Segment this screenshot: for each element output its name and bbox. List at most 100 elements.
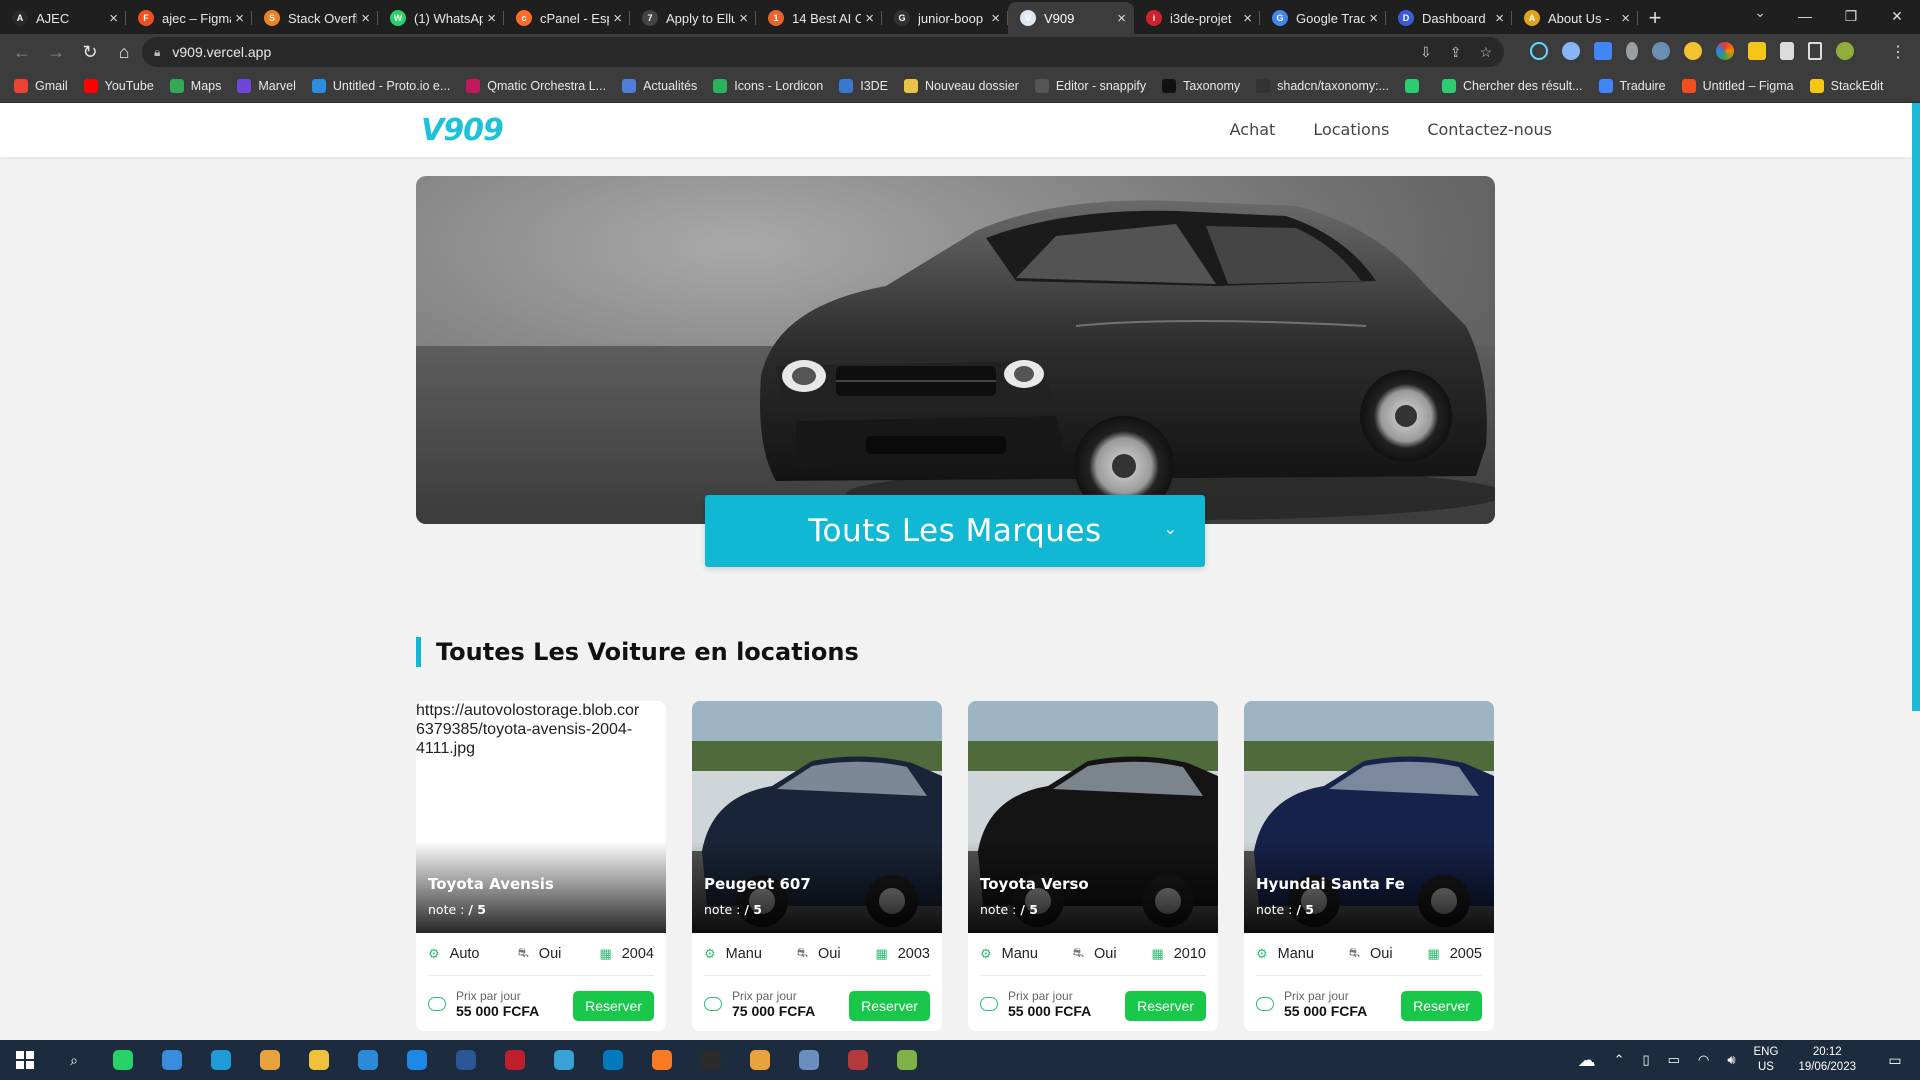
browser-tab[interactable]: Gjunior-boop × <box>882 2 1008 34</box>
side-panel-icon[interactable] <box>1808 42 1822 60</box>
reserve-button[interactable]: Reserver <box>849 991 930 1021</box>
restore-icon[interactable]: ❐ <box>1828 0 1874 32</box>
close-window-icon[interactable]: ✕ <box>1874 0 1920 32</box>
browser-menu-icon[interactable]: ⋮ <box>1890 42 1906 62</box>
word-icon[interactable] <box>451 1048 481 1072</box>
car-card[interactable]: Hyundai Santa Fe note : / 5 ⚙ Manu ⛐ Oui ▦ 2005… <box>1244 701 1494 1031</box>
explorer-icon[interactable] <box>304 1048 334 1072</box>
close-tab-icon[interactable]: × <box>487 10 496 27</box>
xampp-icon[interactable] <box>647 1048 677 1072</box>
whatsapp-icon[interactable] <box>108 1048 138 1072</box>
chrome-active-icon[interactable] <box>745 1048 775 1072</box>
install-app-icon[interactable]: ⇩ <box>1420 44 1432 61</box>
close-tab-icon[interactable]: × <box>739 10 748 27</box>
close-tab-icon[interactable]: × <box>613 10 622 27</box>
close-tab-icon[interactable]: × <box>865 10 874 27</box>
car-card[interactable]: https://autovolostorage.blob.cor 6379385… <box>416 701 666 1031</box>
bookmark-item[interactable]: Traduire <box>1598 79 1666 93</box>
photos-icon[interactable] <box>794 1048 824 1072</box>
bookmark-item[interactable]: Editor - snappify <box>1034 79 1146 93</box>
react-devtools-icon[interactable] <box>1530 42 1548 60</box>
extension-icon-8[interactable] <box>1748 42 1766 60</box>
browser-tab[interactable]: Fajec – Figma × <box>126 2 252 34</box>
color-picker-icon[interactable] <box>1626 42 1638 60</box>
battery-icon[interactable]: ▭ <box>1668 1052 1680 1068</box>
share-icon[interactable]: ⇪ <box>1450 44 1462 61</box>
device-icon[interactable]: ▯ <box>1643 1052 1650 1068</box>
bookmark-item[interactable]: Actualités <box>622 79 697 93</box>
extension-icon-7[interactable] <box>1716 42 1734 60</box>
volume-icon[interactable]: 🔊︎ <box>1727 1052 1735 1068</box>
reserve-button[interactable]: Reserver <box>1125 991 1206 1021</box>
reserve-button[interactable]: Reserver <box>1401 991 1482 1021</box>
close-tab-icon[interactable]: × <box>109 10 118 27</box>
close-tab-icon[interactable]: × <box>361 10 370 27</box>
browser-tab[interactable]: V V909 × <box>1008 2 1134 34</box>
address-bar[interactable]: 🔒︎ v909.vercel.app ⇩ ⇪ ☆ <box>142 37 1504 67</box>
search-icon[interactable]: ⌕ <box>59 1048 89 1072</box>
browser-tab[interactable]: c cPanel - Espace× <box>504 2 630 34</box>
messenger-icon[interactable] <box>402 1048 432 1072</box>
obs-icon[interactable] <box>696 1048 726 1072</box>
trello-icon[interactable] <box>598 1048 628 1072</box>
browser-tab[interactable]: A About Us - × <box>1512 2 1638 34</box>
bookmark-item[interactable]: shadcn/taxonomy:... <box>1256 79 1389 93</box>
browser-tab[interactable]: W (1) WhatsApp× <box>378 2 504 34</box>
browser-tab[interactable]: D Dashboard × <box>1386 2 1512 34</box>
browser-tab[interactable]: S Stack Overflow× <box>252 2 378 34</box>
close-tab-icon[interactable]: × <box>991 10 1000 27</box>
browser-tab[interactable]: 1 14 Best AI Code× <box>756 2 882 34</box>
tray-chevron-icon[interactable]: ⌃ <box>1614 1052 1625 1068</box>
lock-icon[interactable]: 🔒︎ <box>154 45 160 60</box>
git-icon[interactable] <box>892 1048 922 1072</box>
bookmark-item[interactable]: Maps <box>169 79 221 93</box>
browser-tab[interactable]: A AJEC × <box>0 2 126 34</box>
bookmark-item[interactable]: Taxonomy <box>1162 79 1240 93</box>
bookmark-item[interactable]: I3DE <box>839 79 888 93</box>
translate-extension-icon[interactable] <box>1594 42 1612 60</box>
tab-search-icon[interactable]: ⌄ <box>1754 4 1766 21</box>
compass-icon[interactable] <box>843 1048 873 1072</box>
close-tab-icon[interactable]: × <box>1621 10 1630 27</box>
notepad-icon[interactable] <box>549 1048 579 1072</box>
weather-icon[interactable]: ☁ <box>1578 1050 1596 1071</box>
bookmark-item[interactable]: Untitled - Proto.io e... <box>311 79 450 93</box>
vscode-icon[interactable] <box>353 1048 383 1072</box>
edge-icon[interactable] <box>206 1048 236 1072</box>
notifications-icon[interactable]: ▭ <box>1880 1052 1910 1069</box>
car-card[interactable]: Peugeot 607 note : / 5 ⚙ Manu ⛐ Oui ▦ 2003 Prix … <box>692 701 942 1031</box>
bookmark-item[interactable]: Qmatic Orchestra L... <box>466 79 606 93</box>
profile-avatar[interactable] <box>1836 42 1854 60</box>
extension-icon-2[interactable] <box>1562 42 1580 60</box>
browser-tab[interactable]: 7 Apply to Ellucian× <box>630 2 756 34</box>
store-icon[interactable] <box>157 1048 187 1072</box>
bookmark-item[interactable]: YouTube <box>83 79 154 93</box>
bookmark-item[interactable]: Chercher des résult... <box>1442 79 1583 93</box>
close-tab-icon[interactable]: × <box>235 10 244 27</box>
bookmark-item[interactable]: Icons - Lordicon <box>713 79 823 93</box>
filezilla-icon[interactable] <box>500 1048 530 1072</box>
scrollbar-thumb[interactable] <box>1912 103 1920 711</box>
brand-filter-dropdown[interactable]: Touts Les Marques ⌄ <box>705 495 1205 567</box>
bookmark-item[interactable]: Untitled – Figma <box>1681 79 1794 93</box>
home-icon[interactable]: ⌂ <box>108 36 140 68</box>
bookmark-item[interactable]: StackEdit <box>1809 79 1883 93</box>
clock[interactable]: 20:12 19/06/2023 <box>1798 1045 1856 1075</box>
extensions-puzzle-icon[interactable] <box>1780 42 1794 60</box>
wifi-icon[interactable]: ◠ <box>1698 1052 1709 1068</box>
reload-icon[interactable]: ↻ <box>74 36 106 68</box>
windows-start-icon[interactable] <box>10 1048 40 1072</box>
car-card[interactable]: Toyota Verso note : / 5 ⚙ Manu ⛐ Oui ▦ 2010 Prix… <box>968 701 1218 1031</box>
minimize-icon[interactable]: — <box>1782 0 1828 32</box>
close-tab-icon[interactable]: × <box>1495 10 1504 27</box>
extension-icon-6[interactable] <box>1684 42 1702 60</box>
language-indicator[interactable]: ENG US <box>1754 1045 1779 1075</box>
bookmark-item[interactable] <box>1405 79 1426 93</box>
nav-link-contact[interactable]: Contactez-nous <box>1427 120 1552 139</box>
browser-tab[interactable]: G Google Traduction× <box>1260 2 1386 34</box>
close-tab-icon[interactable]: × <box>1117 10 1126 27</box>
extension-icon-5[interactable] <box>1652 42 1670 60</box>
back-icon[interactable]: ← <box>6 36 38 68</box>
close-tab-icon[interactable]: × <box>1369 10 1378 27</box>
new-tab-button[interactable]: + <box>1638 2 1672 34</box>
